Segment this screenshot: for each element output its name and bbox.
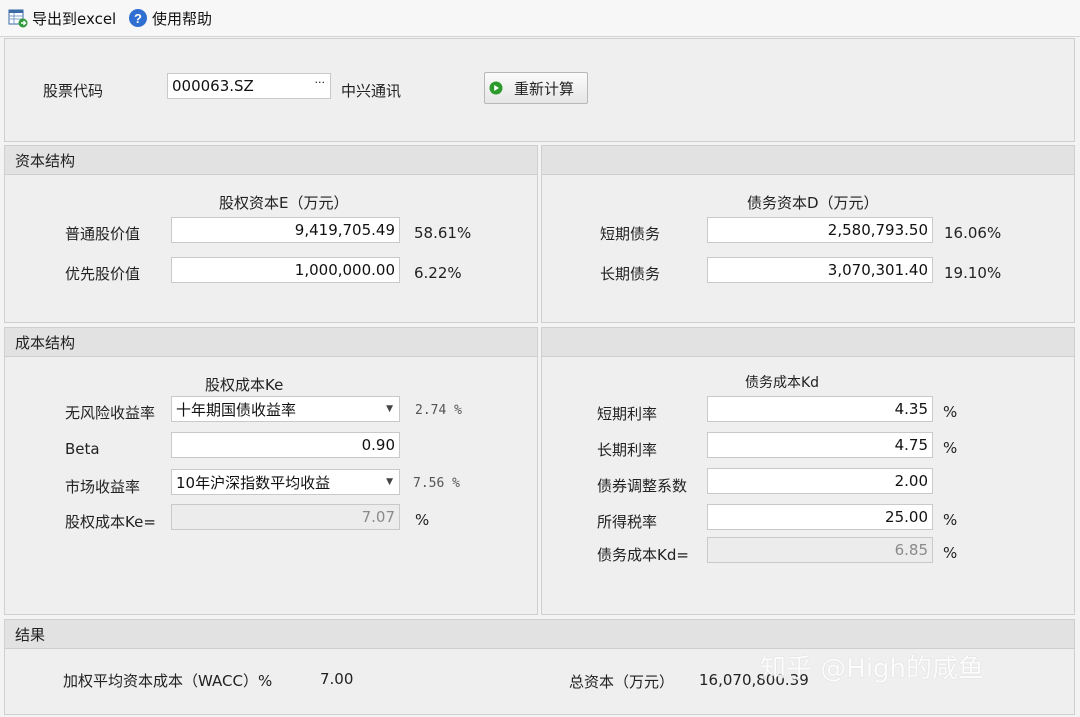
company-name: 中兴通讯 — [341, 82, 402, 100]
equity-cost-heading: 股权成本Ke — [205, 376, 284, 394]
equity-capital-heading: 股权资本E（万元） — [219, 194, 349, 212]
long-rate-label: 长期利率 — [597, 441, 658, 459]
long-rate-value: 4.75 — [894, 436, 928, 454]
preferred-stock-pct: 6.22% — [414, 264, 462, 282]
tax-rate-value: 25.00 — [885, 508, 928, 526]
long-debt-label: 长期债务 — [600, 265, 661, 283]
ke-field: 7.07 — [171, 504, 400, 530]
long-debt-field[interactable]: 3,070,301.40 — [707, 257, 933, 283]
excel-export-icon — [8, 9, 28, 28]
cost-equity-panel: 成本结构 股权成本Ke 无风险收益率 十年期国债收益率 ▼ 2.74 % Bet… — [4, 327, 538, 615]
bond-adj-field[interactable]: 2.00 — [707, 468, 933, 494]
common-stock-pct: 58.61% — [414, 224, 472, 242]
market-return-label: 市场收益率 — [65, 478, 141, 496]
result-title: 结果 — [15, 626, 46, 644]
long-debt-pct: 19.10% — [944, 264, 1002, 282]
debt-cost-heading: 债务成本Kd — [745, 375, 820, 391]
risk-free-rate: 2.74 % — [415, 403, 462, 418]
stock-code-label: 股票代码 — [43, 82, 104, 100]
chevron-down-icon: ▼ — [386, 404, 393, 414]
market-return-select-value: 10年沪深指数平均收益 — [176, 473, 331, 492]
kd-field: 6.85 — [707, 537, 933, 563]
bond-adj-value: 2.00 — [894, 472, 928, 490]
risk-free-select-value: 十年期国债收益率 — [176, 400, 297, 419]
risk-free-label: 无风险收益率 — [65, 404, 156, 422]
stock-code-value: 000063.SZ — [172, 77, 254, 95]
common-stock-field[interactable]: 9,419,705.49 — [171, 217, 400, 243]
long-debt-value: 3,070,301.40 — [827, 261, 928, 279]
short-debt-pct: 16.06% — [944, 224, 1002, 242]
ke-value: 7.07 — [361, 508, 395, 526]
stock-picker-button[interactable]: ··· — [315, 76, 326, 89]
capital-structure-header: 资本结构 — [5, 146, 537, 175]
short-rate-value: 4.35 — [894, 400, 928, 418]
common-stock-value: 9,419,705.49 — [294, 221, 395, 239]
bond-adj-label: 债券调整系数 — [597, 477, 688, 495]
export-excel-label: 导出到excel — [32, 9, 117, 28]
market-return-select[interactable]: 10年沪深指数平均收益 ▼ — [171, 469, 400, 495]
chevron-down-icon: ▼ — [386, 477, 393, 487]
cost-structure-title: 成本结构 — [15, 334, 76, 352]
kd-unit: % — [943, 544, 958, 562]
play-circle-icon — [489, 81, 503, 95]
beta-label: Beta — [65, 440, 100, 458]
result-header: 结果 — [5, 620, 1074, 649]
short-rate-unit: % — [943, 403, 958, 421]
recalc-label: 重新计算 — [514, 79, 575, 98]
capital-debt-panel: 债务资本D（万元） 短期债务 2,580,793.50 16.06% 长期债务 … — [541, 145, 1075, 323]
watermark: 知乎 @High的咸鱼 — [760, 654, 985, 684]
capital-debt-header — [542, 146, 1074, 175]
tax-rate-field[interactable]: 25.00 — [707, 504, 933, 530]
capital-structure-title: 资本结构 — [15, 152, 76, 170]
preferred-stock-field[interactable]: 1,000,000.00 — [171, 257, 400, 283]
long-rate-unit: % — [943, 439, 958, 457]
long-rate-field[interactable]: 4.75 — [707, 432, 933, 458]
ke-unit: % — [415, 511, 430, 529]
ke-label: 股权成本Ke= — [65, 513, 156, 531]
short-debt-label: 短期债务 — [600, 225, 661, 243]
kd-value: 6.85 — [894, 541, 928, 559]
debt-capital-heading: 债务资本D（万元） — [747, 194, 879, 212]
beta-value: 0.90 — [361, 436, 395, 454]
kd-label: 债务成本Kd= — [597, 546, 689, 564]
capital-equity-panel: 资本结构 股权资本E（万元） 普通股价值 9,419,705.49 58.61%… — [4, 145, 538, 323]
cost-structure-header: 成本结构 — [5, 328, 537, 357]
short-rate-label: 短期利率 — [597, 405, 658, 423]
tax-rate-unit: % — [943, 511, 958, 529]
export-excel-button[interactable]: 导出到excel — [8, 6, 116, 30]
recalc-button[interactable]: 重新计算 — [484, 72, 588, 104]
help-label: 使用帮助 — [152, 9, 213, 28]
toolbar: 导出到excel ? 使用帮助 — [0, 0, 1080, 37]
risk-free-select[interactable]: 十年期国债收益率 ▼ — [171, 396, 400, 422]
help-button[interactable]: ? 使用帮助 — [128, 6, 212, 30]
common-stock-label: 普通股价值 — [65, 225, 141, 243]
wacc-value: 7.00 — [320, 670, 354, 688]
beta-field[interactable]: 0.90 — [171, 432, 400, 458]
total-capital-label: 总资本（万元） — [569, 673, 675, 691]
tax-rate-label: 所得税率 — [597, 513, 658, 531]
svg-text:?: ? — [134, 11, 142, 26]
wacc-label: 加权平均资本成本（WACC）% — [63, 672, 273, 690]
short-debt-field[interactable]: 2,580,793.50 — [707, 217, 933, 243]
short-rate-field[interactable]: 4.35 — [707, 396, 933, 422]
short-debt-value: 2,580,793.50 — [827, 221, 928, 239]
question-circle-icon: ? — [129, 9, 147, 27]
stock-code-input[interactable]: 000063.SZ ··· — [167, 73, 331, 99]
market-return-rate: 7.56 % — [413, 476, 460, 491]
cost-debt-header — [542, 328, 1074, 357]
preferred-stock-label: 优先股价值 — [65, 265, 141, 283]
preferred-stock-value: 1,000,000.00 — [294, 261, 395, 279]
cost-debt-panel: 债务成本Kd 短期利率 4.35 % 长期利率 4.75 % 债券调整系数 2.… — [541, 327, 1075, 615]
